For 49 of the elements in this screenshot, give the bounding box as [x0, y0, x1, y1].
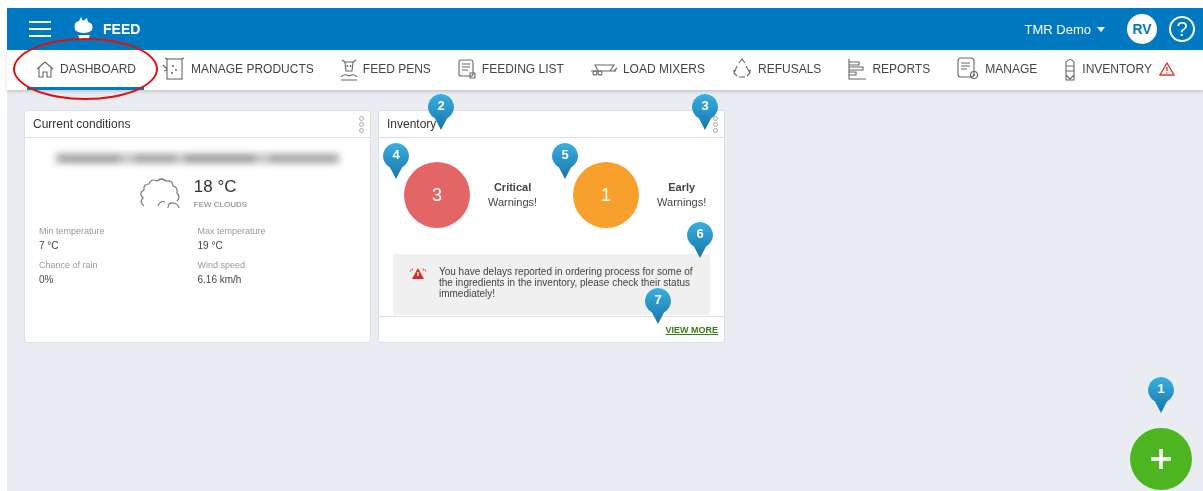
bar-chart-icon [847, 57, 868, 80]
warning-label: Early [667, 180, 697, 195]
nav-tab[interactable]: FEEDING LIST [448, 50, 572, 90]
warning-sublabel: Warnings! [657, 196, 707, 208]
stat-label: Wind speed [197, 260, 247, 270]
number-pin: 5 [551, 142, 580, 180]
feed-bag-icon [162, 56, 187, 81]
nav-tab[interactable]: REFUSALS [723, 50, 830, 90]
nav-tab[interactable]: REPORTS [839, 50, 939, 90]
stat-value: 7 °C [39, 240, 60, 251]
nav-tab[interactable]: LOAD MIXERS [581, 50, 713, 90]
home-icon [35, 59, 55, 78]
temperature: 18 °C [193, 177, 238, 197]
silo-icon [1063, 56, 1078, 81]
document-gear-icon [956, 56, 981, 81]
stat-value: 0% [39, 274, 55, 285]
number-pin: 4 [382, 142, 410, 180]
plus-icon [1149, 447, 1173, 471]
user-avatar[interactable]: RV [1127, 14, 1157, 44]
mixer-wagon-icon [589, 61, 618, 76]
stat-label: Chance of rain [39, 260, 99, 270]
nav-tab[interactable]: FEED PENS [331, 50, 439, 90]
warning-count: 3 [404, 162, 470, 228]
weather-description: FEW CLOUDS [193, 200, 248, 209]
user-menu[interactable]: TMR Demo [1018, 20, 1111, 38]
app-name: FEED [103, 21, 141, 37]
warning-sublabel: Warnings! [488, 196, 538, 208]
number-pin: 3 [691, 93, 719, 131]
view-more-link[interactable]: VIEW MORE [665, 324, 718, 335]
card-title: Inventory [387, 117, 437, 131]
stat-value: 6.16 km/h [197, 274, 243, 285]
warning-icon [409, 266, 427, 280]
caret-icon [1097, 26, 1105, 32]
list-icon [456, 57, 477, 80]
nav-tab[interactable]: INVENTORY [1055, 50, 1183, 90]
recycle-icon [731, 57, 753, 80]
menu-icon[interactable] [29, 21, 51, 37]
nav-tab[interactable]: MANAGE [948, 50, 1046, 90]
nav-tab[interactable]: DASHBOARD [27, 50, 144, 90]
nav-tab[interactable]: MANAGE PRODUCTS [154, 50, 322, 90]
help-button[interactable]: ? [1169, 16, 1195, 42]
stat-label: Max temperature [197, 226, 267, 236]
stat-label: Min temperature [39, 226, 106, 236]
stat-value: 19 °C [197, 240, 224, 251]
warning-label: Critical [492, 180, 533, 195]
card-title: Current conditions [33, 117, 131, 131]
warning-count: 1 [573, 162, 640, 228]
number-pin: 1 [1147, 376, 1175, 414]
number-pin: 6 [686, 221, 714, 259]
